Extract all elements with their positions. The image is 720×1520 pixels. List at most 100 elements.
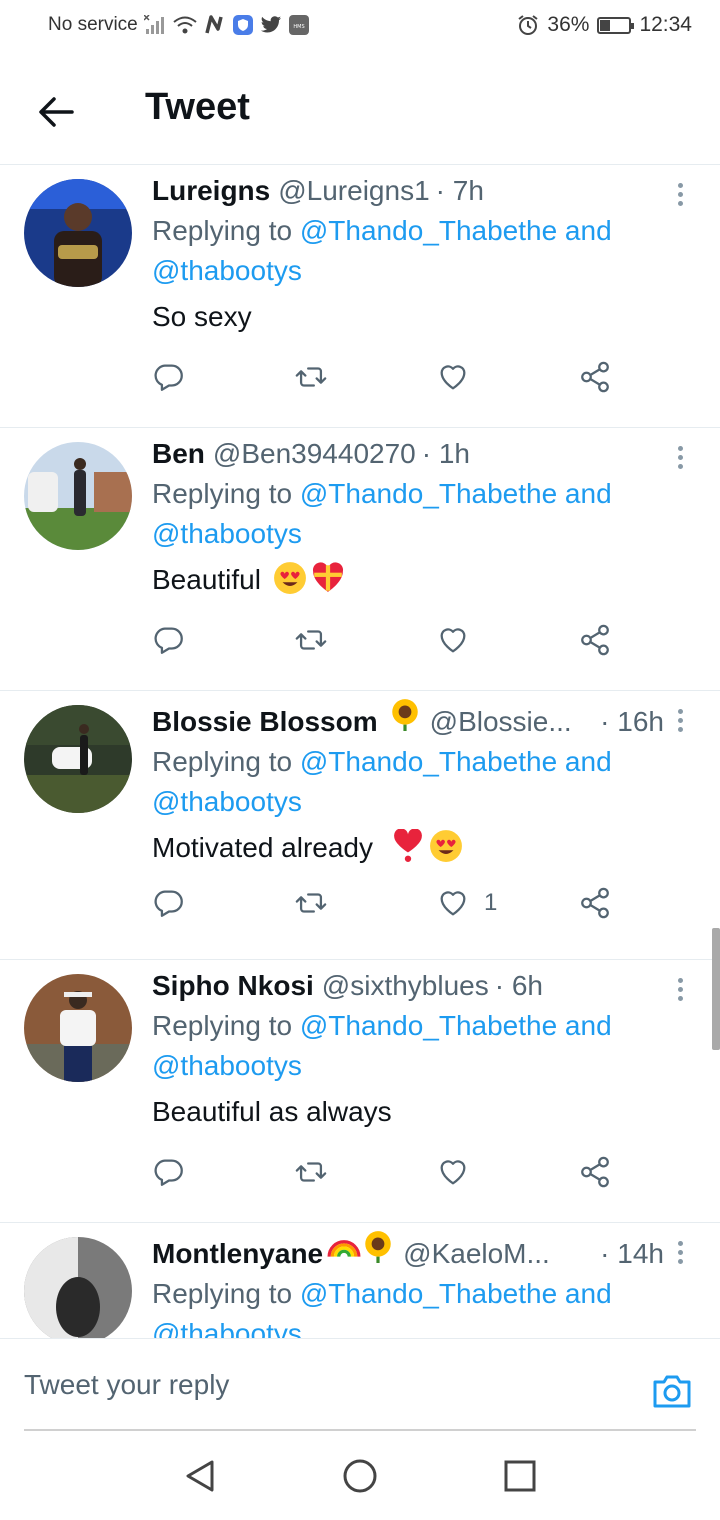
retweet-button[interactable] <box>294 620 328 660</box>
tweet-actions <box>152 620 630 660</box>
tweet-item[interactable]: Ben @Ben39440270 · 1h Replying to @Thand… <box>0 428 720 691</box>
tweet-item[interactable]: Montlenyane @KaeloM... · 14h Replying to… <box>0 1223 720 1338</box>
avatar[interactable] <box>24 1237 132 1338</box>
sunflower-emoji-icon <box>365 1231 391 1263</box>
mention-link[interactable]: @Thando_Thabethe and <box>300 1010 612 1041</box>
clock: 12:34 <box>639 13 692 36</box>
author-name[interactable]: Lureigns <box>152 171 270 211</box>
retweet-button[interactable] <box>294 1152 328 1192</box>
camera-button[interactable] <box>650 1369 694 1413</box>
like-button[interactable]: 1 <box>436 883 497 923</box>
retweet-icon <box>295 893 327 913</box>
tweet-item[interactable]: Sipho Nkosi @sixthyblues · 6h Replying t… <box>0 960 720 1223</box>
mention-link[interactable]: @Thando_Thabethe and <box>300 1278 612 1309</box>
reply-icon <box>154 1159 183 1186</box>
reply-input[interactable] <box>24 1365 584 1405</box>
author-handle[interactable]: @KaeloM... <box>403 1234 550 1274</box>
replying-to: Replying to @Thando_Thabethe and <box>152 215 612 246</box>
arrow-left-icon <box>39 97 74 127</box>
author-handle[interactable]: @Lureigns1 <box>278 171 429 211</box>
shield-icon <box>232 14 254 36</box>
red-heart-emoji-icon <box>393 829 422 862</box>
reply-button[interactable] <box>152 883 186 923</box>
retweet-icon <box>295 630 327 650</box>
more-options-button[interactable] <box>670 442 690 472</box>
reply-button[interactable] <box>152 357 186 397</box>
avatar[interactable] <box>24 705 132 813</box>
mention-link[interactable]: @thabootys <box>152 518 302 549</box>
tweet-text: So sexy <box>152 301 252 332</box>
like-count: 1 <box>484 889 498 916</box>
author-name[interactable]: Ben <box>152 434 205 474</box>
back-button[interactable] <box>34 90 78 134</box>
like-button[interactable] <box>436 620 484 660</box>
reply-icon <box>154 364 183 391</box>
hms-icon: HMS <box>288 14 310 36</box>
share-button[interactable] <box>578 357 612 397</box>
more-options-button[interactable] <box>670 179 690 209</box>
replying-to: Replying to @Thando_Thabethe and <box>152 746 612 777</box>
share-button[interactable] <box>578 620 612 660</box>
share-icon <box>581 361 609 393</box>
like-button[interactable] <box>436 1152 484 1192</box>
battery-percent: 36% <box>547 13 590 36</box>
reply-button[interactable] <box>152 1152 186 1192</box>
avatar[interactable] <box>24 179 132 287</box>
alarm-icon <box>517 14 539 36</box>
share-icon <box>581 887 609 919</box>
mention-link[interactable]: @Thando_Thabethe and <box>300 746 612 777</box>
mention-link[interactable]: @thabootys <box>152 786 302 817</box>
retweet-icon <box>295 1162 327 1182</box>
mention-link[interactable]: @thabootys <box>152 255 302 286</box>
wifi-icon <box>172 15 198 35</box>
tweet-item[interactable]: Lureigns @Lureigns1 · 7h Replying to @Th… <box>0 165 720 428</box>
mention-link[interactable]: @Thando_Thabethe and <box>300 215 612 246</box>
author-handle[interactable]: @sixthyblues <box>322 966 489 1006</box>
replies-feed[interactable]: Lureigns @Lureigns1 · 7h Replying to @Th… <box>0 165 720 1338</box>
retweet-button[interactable] <box>294 357 328 397</box>
reply-button[interactable] <box>152 620 186 660</box>
signal-off-icon <box>143 15 166 35</box>
like-button[interactable] <box>436 357 484 397</box>
share-button[interactable] <box>578 883 612 923</box>
tweet-text: Motivated already <box>152 826 664 870</box>
battery-icon <box>597 16 635 34</box>
more-options-button[interactable] <box>670 1237 690 1267</box>
nav-back-button[interactable] <box>180 1456 220 1496</box>
author-name[interactable]: Sipho Nkosi <box>152 966 314 1006</box>
retweet-button[interactable] <box>294 883 328 923</box>
mention-link[interactable]: @thabootys <box>152 1050 302 1081</box>
status-bar: No service HMS 36% 12:34 <box>0 0 720 56</box>
heart-icon <box>440 891 466 916</box>
header: Tweet <box>0 56 720 165</box>
tweet-actions: 1 <box>152 883 630 923</box>
avatar[interactable] <box>24 442 132 550</box>
heart-icon <box>440 628 466 653</box>
retweet-icon <box>295 367 327 387</box>
nav-recent-icon <box>504 1460 536 1492</box>
author-handle[interactable]: @Blossie... <box>430 702 572 742</box>
reply-bar <box>0 1338 720 1431</box>
tweet-item[interactable]: Blossie Blossom @Blossie... · 16h Replyi… <box>0 691 720 960</box>
more-options-button[interactable] <box>670 705 690 735</box>
reply-icon <box>154 890 183 917</box>
author-name[interactable]: Montlenyane <box>152 1234 323 1274</box>
twitter-bird-icon <box>260 15 282 35</box>
scrollbar[interactable] <box>712 928 720 1050</box>
nav-home-button[interactable] <box>340 1456 380 1496</box>
tweet-actions <box>152 1152 630 1192</box>
nav-recent-button[interactable] <box>500 1456 540 1496</box>
timestamp: · 7h <box>435 175 484 206</box>
sunflower-emoji-icon <box>391 699 418 731</box>
heart-icon <box>440 1160 466 1185</box>
avatar[interactable] <box>24 974 132 1082</box>
author-name[interactable]: Blossie Blossom <box>152 702 378 742</box>
page-title: Tweet <box>145 86 250 128</box>
share-icon <box>581 1156 609 1188</box>
author-handle[interactable]: @Ben39440270 <box>213 434 416 474</box>
timestamp: · 1h <box>421 438 470 469</box>
more-options-button[interactable] <box>670 974 690 1004</box>
share-button[interactable] <box>578 1152 612 1192</box>
mention-link[interactable]: @thabootys <box>152 1318 302 1338</box>
mention-link[interactable]: @Thando_Thabethe and <box>300 478 612 509</box>
